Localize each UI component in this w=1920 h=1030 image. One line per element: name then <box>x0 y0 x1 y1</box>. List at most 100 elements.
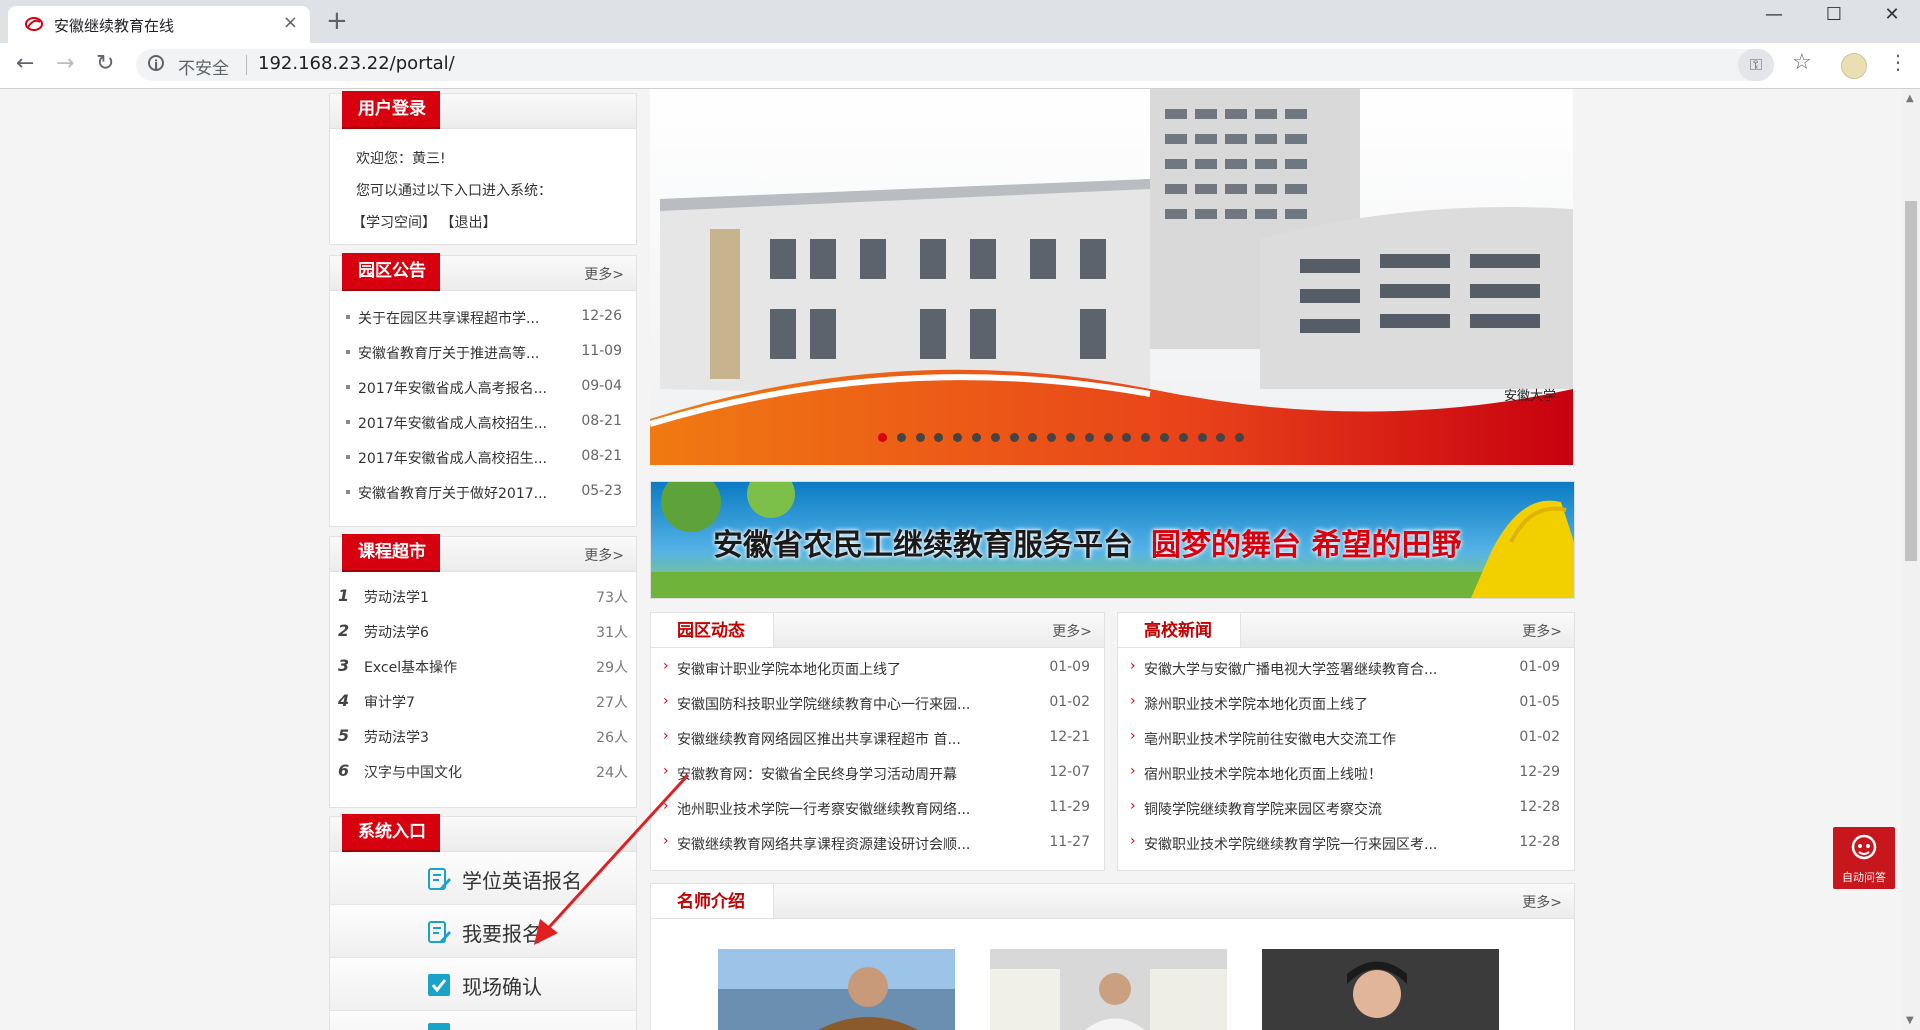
url-text[interactable]: 192.168.23.22/portal/ <box>258 53 455 74</box>
slider-dot[interactable] <box>878 433 887 442</box>
list-item[interactable]: 5 劳动法学3 26人 <box>330 719 636 754</box>
maximize-button[interactable]: ☐ <box>1814 4 1854 25</box>
slider-dot[interactable] <box>1178 433 1188 442</box>
list-item[interactable]: › 宿州职业技术学院本地化页面上线啦！ 12-29 <box>1118 756 1574 791</box>
announcement-list: 关于在园区共享课程超市学... 12-26 安徽省教育厅关于推进高等... 11-0… <box>330 300 636 510</box>
list-item[interactable]: › 安徽审计职业学院本地化页面上线了 01-09 <box>651 651 1104 686</box>
teacher-photo[interactable] <box>1262 949 1499 1030</box>
panel-header: 课程超市 更多> <box>330 534 636 572</box>
slider-dot[interactable] <box>1066 433 1075 442</box>
key-icon[interactable]: ⚿ <box>1738 49 1774 81</box>
entry-next[interactable] <box>330 1011 636 1030</box>
slider-dot[interactable] <box>1160 433 1169 442</box>
scroll-up-icon[interactable]: ▲ <box>1906 93 1914 104</box>
info-icon[interactable]: i <box>148 55 164 72</box>
list-item[interactable]: 安徽省教育厅关于推进高等... 11-09 <box>330 335 636 370</box>
arrow-right-icon: › <box>663 658 669 674</box>
more-link[interactable]: 更多> <box>1522 621 1562 641</box>
profile-avatar[interactable] <box>1841 53 1867 79</box>
arrow-right-icon: › <box>1130 728 1136 744</box>
new-tab-button[interactable]: + <box>326 6 348 36</box>
slider-dot[interactable] <box>972 433 981 442</box>
scroll-down-icon[interactable]: ▼ <box>1906 1015 1914 1026</box>
list-item[interactable]: 2 劳动法学6 31人 <box>330 614 636 649</box>
course-list: 1 劳动法学1 73人 2 劳动法学6 31人 3 Excel基本操作 29人 4 审计学7 2… <box>330 579 636 789</box>
list-item[interactable]: › 安徽职业技术学院继续教育学院一行来园区考... 12-28 <box>1118 826 1574 861</box>
panel-header: 高校新闻 更多> <box>1118 613 1574 648</box>
list-item[interactable]: 2017年安徽省成人高校招生... 08-21 <box>330 440 636 475</box>
browser-menu-icon[interactable]: ⋮ <box>1888 50 1908 74</box>
teacher-photo[interactable] <box>718 949 955 1030</box>
list-item[interactable]: 1 劳动法学1 73人 <box>330 579 636 614</box>
page-viewport: 用户登录 欢迎您：黄三! 您可以通过以下入口进入系统： 【学习空间】 【退出】 … <box>0 89 1902 1030</box>
college-news-list: › 安徽大学与安徽广播电视大学签署继续教育合... 01-09 › 滁州职业技术学院本… <box>1118 651 1574 861</box>
close-window-button[interactable]: ✕ <box>1872 4 1912 25</box>
list-item[interactable]: 4 审计学7 27人 <box>330 684 636 719</box>
login-title: 用户登录 <box>342 91 440 127</box>
system-entry-title: 系统入口 <box>342 814 440 850</box>
page-scrollbar[interactable]: ▲ ▼ <box>1902 89 1920 1030</box>
list-item[interactable]: › 安徽继续教育网络园区推出共享课程超市 首... 12-21 <box>651 721 1104 756</box>
omnibox[interactable]: i 不安全 192.168.23.22/portal/ <box>136 49 1772 81</box>
campus-news-title: 园区动态 <box>651 613 774 647</box>
rank-1-icon: 1 <box>338 586 350 605</box>
list-item[interactable]: 3 Excel基本操作 29人 <box>330 649 636 684</box>
more-link[interactable]: 更多> <box>584 264 624 284</box>
rank-6-icon: 6 <box>338 761 350 780</box>
auto-qa-label: 自动问答 <box>1842 871 1886 884</box>
login-hint: 您可以通过以下入口进入系统： <box>356 183 552 199</box>
list-item[interactable]: › 亳州职业技术学院前往安徽电大交流工作 01-02 <box>1118 721 1574 756</box>
address-bar: ← → ↻ i 不安全 192.168.23.22/portal/ <box>0 43 1920 89</box>
bookmark-star-icon[interactable]: ☆ <box>1792 50 1812 75</box>
list-item[interactable]: › 池州职业技术学院一行考察安徽继续教育网络... 11-29 <box>651 791 1104 826</box>
login-links[interactable]: 【学习空间】 【退出】 <box>352 212 496 232</box>
entry-onsite-confirm[interactable]: 现场确认 <box>330 958 636 1011</box>
edit-form-icon <box>428 868 451 890</box>
minimize-button[interactable]: — <box>1754 4 1794 25</box>
rank-2-icon: 2 <box>338 621 350 640</box>
list-item[interactable]: › 安徽教育网：安徽省全民终身学习活动周开幕 12-07 <box>651 756 1104 791</box>
bullet-icon <box>346 350 350 354</box>
scroll-thumb[interactable] <box>1905 201 1917 561</box>
more-link[interactable]: 更多> <box>584 545 624 565</box>
more-link[interactable]: 更多> <box>1522 892 1562 912</box>
campus-news-panel: 园区动态 更多> › 安徽审计职业学院本地化页面上线了 01-09 › 安徽国防科技职… <box>650 612 1105 871</box>
auto-qa-button[interactable]: 自动问答 <box>1833 827 1895 889</box>
bullet-icon <box>346 420 350 424</box>
forward-icon[interactable]: → <box>56 51 74 76</box>
back-icon[interactable]: ← <box>16 51 34 76</box>
slider-dot[interactable] <box>990 433 1000 442</box>
security-label[interactable]: 不安全 <box>178 54 229 79</box>
slider-dot[interactable] <box>1197 433 1207 442</box>
list-item[interactable]: › 安徽大学与安徽广播电视大学签署继续教育合... 01-09 <box>1118 651 1574 686</box>
list-item[interactable]: 2017年安徽省成人高考报名... 09-04 <box>330 370 636 405</box>
list-item[interactable]: 2017年安徽省成人高校招生... 08-21 <box>330 405 636 440</box>
rank-4-icon: 4 <box>338 691 350 710</box>
teacher-photo[interactable] <box>990 949 1227 1030</box>
slider-dot[interactable] <box>1103 433 1113 442</box>
reload-icon[interactable]: ↻ <box>96 51 114 76</box>
slider-dot[interactable] <box>915 433 925 442</box>
browser-tab[interactable]: 安徽继续教育在线 × <box>8 6 310 43</box>
image-slider[interactable]: 安徽大学 <box>650 89 1573 465</box>
more-link[interactable]: 更多> <box>1052 621 1092 641</box>
list-item[interactable]: › 安徽国防科技职业学院继续教育中心一行来园... 01-02 <box>651 686 1104 721</box>
slider-dot[interactable] <box>1084 433 1094 442</box>
browser-tab-strip: 安徽继续教育在线 × + — ☐ ✕ <box>0 0 1920 43</box>
course-panel: 课程超市 更多> 1 劳动法学1 73人 2 劳动法学6 31人 3 Excel基本操作 2… <box>329 534 637 808</box>
list-item[interactable]: 安徽省教育厅关于做好2017... 05-23 <box>330 475 636 510</box>
tab-title: 安徽继续教育在线 <box>54 17 175 35</box>
divider <box>246 55 247 75</box>
list-item[interactable]: › 滁州职业技术学院本地化页面上线了 01-05 <box>1118 686 1574 721</box>
tab-close-icon[interactable]: × <box>283 12 298 33</box>
list-item[interactable]: › 铜陵学院继续教育学院来园区考察交流 12-28 <box>1118 791 1574 826</box>
slider-dot[interactable] <box>1009 433 1019 442</box>
college-news-panel: 高校新闻 更多> › 安徽大学与安徽广播电视大学签署继续教育合... 01-09 ›… <box>1117 612 1575 871</box>
panel-header: 园区动态 更多> <box>651 613 1104 648</box>
welcome-text: 欢迎您：黄三! <box>356 151 446 167</box>
list-item[interactable]: › 安徽继续教育网络共享课程资源建设研讨会顺... 11-27 <box>651 826 1104 861</box>
bullet-icon <box>346 385 350 389</box>
slider-dot[interactable] <box>896 433 906 442</box>
list-item[interactable]: 关于在园区共享课程超市学... 12-26 <box>330 300 636 335</box>
migrant-worker-banner[interactable]: 安徽省农民工继续教育服务平台 圆梦的舞台 希望的田野 <box>650 481 1575 599</box>
